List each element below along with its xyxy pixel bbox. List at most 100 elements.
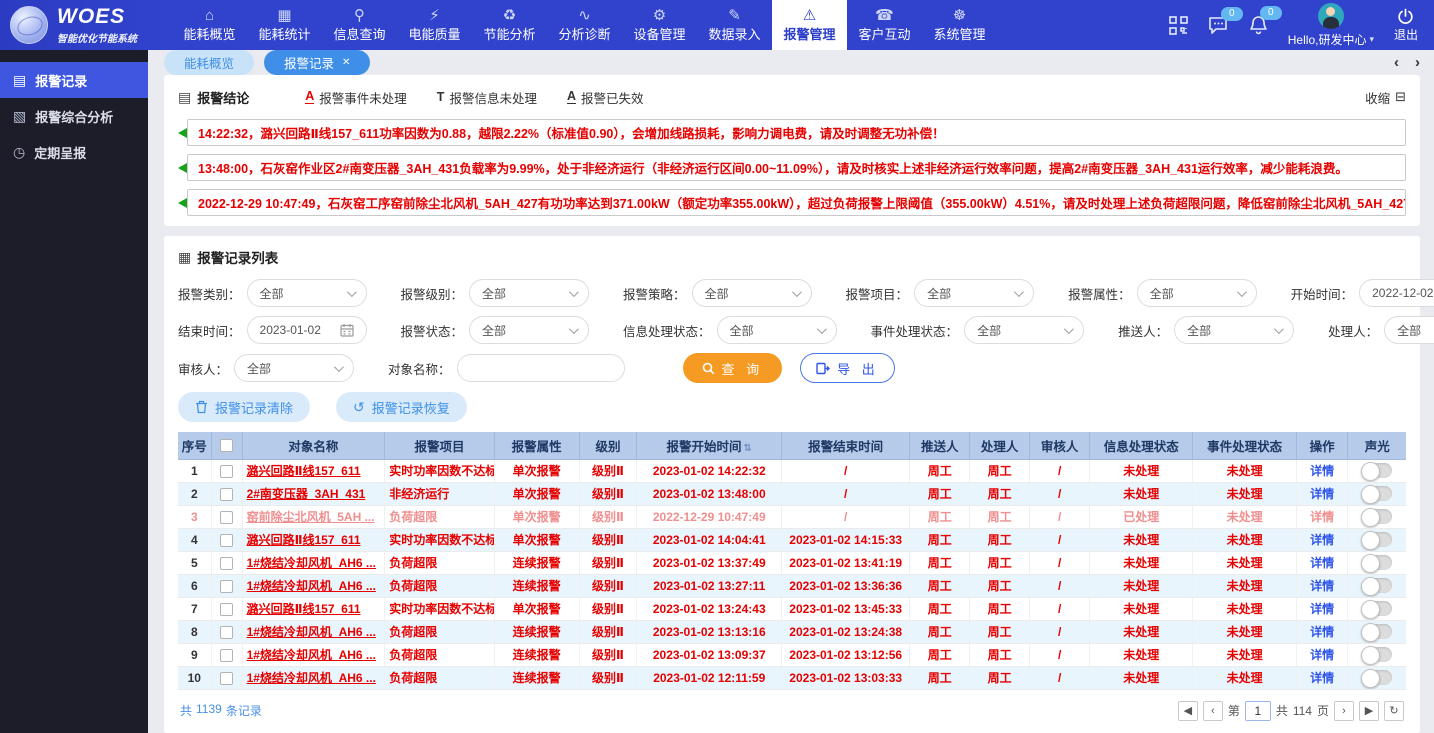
- tabs-scroll-left-icon[interactable]: ‹: [1394, 55, 1399, 70]
- first-page-button[interactable]: ◀: [1178, 701, 1198, 721]
- nav-item[interactable]: ☎ 客户互动: [847, 0, 922, 50]
- nav-item[interactable]: ✎ 数据录入: [697, 0, 772, 50]
- collapse-button[interactable]: 收缩 ⊟: [1365, 88, 1406, 107]
- object-name-link[interactable]: 1#烧结冷却风机_AH6 ...: [247, 625, 376, 639]
- alert-legend-item[interactable]: A 报警已失效: [567, 88, 644, 107]
- search-button[interactable]: 查 询: [683, 353, 783, 383]
- filter-control[interactable]: 全部: [914, 279, 1034, 307]
- tabs-scroll-right-icon[interactable]: ›: [1415, 55, 1420, 70]
- alert-legend-item[interactable]: T 报警信息未处理: [437, 88, 537, 107]
- filter-control[interactable]: 全部: [469, 316, 589, 344]
- sidebar-item-icon: ▤: [13, 72, 26, 89]
- next-page-button[interactable]: ›: [1334, 701, 1354, 721]
- prev-page-button[interactable]: ‹: [1203, 701, 1223, 721]
- row-checkbox[interactable]: [220, 580, 233, 593]
- col-start-time[interactable]: 报警开始时间⇅: [637, 432, 782, 459]
- nav-item[interactable]: ⚙ 设备管理: [622, 0, 697, 50]
- row-checkbox[interactable]: [220, 465, 233, 478]
- tab-close-icon[interactable]: ✕: [342, 57, 350, 68]
- row-checkbox[interactable]: [220, 557, 233, 570]
- sound-light-toggle[interactable]: [1362, 532, 1392, 547]
- nav-item[interactable]: ☸ 系统管理: [922, 0, 997, 50]
- row-checkbox[interactable]: [220, 511, 233, 524]
- messages-button[interactable]: 0: [1208, 16, 1229, 35]
- page-tab[interactable]: 报警记录 ✕: [264, 50, 370, 75]
- filter-control[interactable]: 全部: [717, 316, 837, 344]
- sort-icon[interactable]: ⇅: [744, 443, 752, 454]
- clear-records-button[interactable]: 报警记录清除: [178, 392, 310, 422]
- sound-light-toggle[interactable]: [1362, 624, 1392, 639]
- row-checkbox[interactable]: [220, 649, 233, 662]
- object-name-link[interactable]: 潞兴回路Ⅱ线157_611: [247, 533, 361, 547]
- filter-control[interactable]: 全部: [469, 279, 589, 307]
- row-checkbox[interactable]: [220, 488, 233, 501]
- object-name-link[interactable]: 潞兴回路Ⅱ线157_611: [247, 602, 361, 616]
- sound-light-toggle[interactable]: [1362, 555, 1392, 570]
- detail-link[interactable]: 详情: [1310, 602, 1334, 616]
- detail-link[interactable]: 详情: [1310, 510, 1334, 524]
- filter-control[interactable]: 2022-12-02: [1359, 279, 1434, 307]
- filter-item: 推送人： 全部: [1118, 316, 1294, 344]
- detail-link[interactable]: 详情: [1310, 533, 1334, 547]
- sidebar-item[interactable]: ◷ 定期呈报: [0, 134, 148, 170]
- filter-control[interactable]: 全部: [1384, 316, 1434, 344]
- nav-item[interactable]: ⚲ 信息查询: [322, 0, 397, 50]
- object-name-link[interactable]: 窑前除尘北风机_5AH ...: [247, 510, 375, 524]
- page-input[interactable]: 1: [1245, 701, 1271, 721]
- row-checkbox[interactable]: [220, 672, 233, 685]
- sound-light-toggle[interactable]: [1362, 463, 1392, 478]
- filter-control[interactable]: 全部: [1137, 279, 1257, 307]
- refresh-icon[interactable]: ↻: [1384, 701, 1404, 721]
- filter-control[interactable]: [457, 354, 625, 382]
- qr-code-icon[interactable]: [1169, 16, 1188, 35]
- select-all-checkbox[interactable]: [220, 439, 233, 452]
- nav-item[interactable]: ⌂ 能耗概览: [172, 0, 247, 50]
- object-name-link[interactable]: 2#南变压器_3AH_431: [247, 487, 366, 501]
- nav-item[interactable]: ⚠ 报警管理: [772, 0, 847, 50]
- filter-control[interactable]: 全部: [964, 316, 1084, 344]
- filter-control[interactable]: 全部: [1174, 316, 1294, 344]
- detail-link[interactable]: 详情: [1310, 648, 1334, 662]
- nav-item[interactable]: ⚡ 电能质量: [397, 0, 472, 50]
- detail-link[interactable]: 详情: [1310, 671, 1334, 685]
- sound-light-toggle[interactable]: [1362, 647, 1392, 662]
- row-checkbox[interactable]: [220, 534, 233, 547]
- detail-link[interactable]: 详情: [1310, 464, 1334, 478]
- nav-item[interactable]: ▦ 能耗统计: [247, 0, 322, 50]
- filter-control[interactable]: 全部: [234, 354, 354, 382]
- sound-light-toggle[interactable]: [1362, 601, 1392, 616]
- sidebar-item[interactable]: ▤ 报警记录: [0, 62, 148, 98]
- export-button[interactable]: 导 出: [800, 353, 895, 383]
- sound-light-toggle[interactable]: [1362, 486, 1392, 501]
- detail-link[interactable]: 详情: [1310, 556, 1334, 570]
- notifications-button[interactable]: 0: [1249, 15, 1268, 35]
- detail-link[interactable]: 详情: [1310, 487, 1334, 501]
- trash-icon: [195, 400, 208, 414]
- sound-light-toggle[interactable]: [1362, 509, 1392, 524]
- nav-item-icon: ∿: [578, 7, 591, 25]
- filter-control[interactable]: 全部: [692, 279, 812, 307]
- alert-legend-item[interactable]: A 报警事件未处理: [305, 88, 407, 107]
- row-checkbox[interactable]: [220, 603, 233, 616]
- detail-link[interactable]: 详情: [1310, 579, 1334, 593]
- nav-item[interactable]: ♻ 节能分析: [472, 0, 547, 50]
- object-name-link[interactable]: 1#烧结冷却风机_AH6 ...: [247, 671, 376, 685]
- sound-light-toggle[interactable]: [1362, 670, 1392, 685]
- object-name-link[interactable]: 1#烧结冷却风机_AH6 ...: [247, 579, 376, 593]
- detail-link[interactable]: 详情: [1310, 625, 1334, 639]
- object-name-link[interactable]: 1#烧结冷却风机_AH6 ...: [247, 556, 376, 570]
- sound-light-toggle[interactable]: [1362, 578, 1392, 593]
- restore-records-button[interactable]: ↺ 报警记录恢复: [336, 392, 467, 422]
- filter-control[interactable]: 全部: [247, 279, 367, 307]
- user-greeting: Hello,研发中心: [1288, 31, 1367, 48]
- object-name-link[interactable]: 潞兴回路Ⅱ线157_611: [247, 464, 361, 478]
- row-checkbox[interactable]: [220, 626, 233, 639]
- filter-control[interactable]: 2023-01-02: [247, 316, 367, 344]
- user-menu[interactable]: Hello,研发中心▾: [1288, 3, 1374, 48]
- last-page-button[interactable]: ▶: [1359, 701, 1379, 721]
- nav-item[interactable]: ∿ 分析诊断: [547, 0, 622, 50]
- logout-button[interactable]: 退出: [1394, 8, 1418, 43]
- page-tab[interactable]: 能耗概览: [164, 50, 254, 75]
- object-name-link[interactable]: 1#烧结冷却风机_AH6 ...: [247, 648, 376, 662]
- sidebar-item[interactable]: ▧ 报警综合分析: [0, 98, 148, 134]
